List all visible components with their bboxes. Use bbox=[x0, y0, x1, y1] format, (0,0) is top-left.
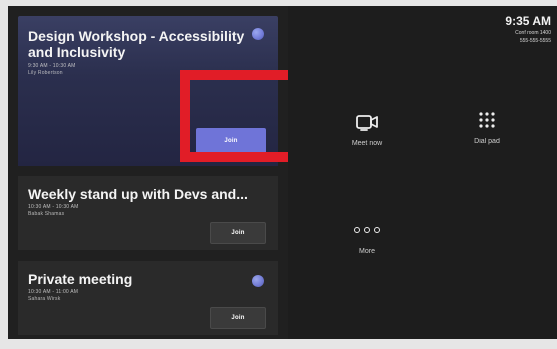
teams-room-screen: Design Workshop - Accessibility and Incl… bbox=[8, 6, 557, 339]
meet-now-button[interactable]: Meet now bbox=[332, 108, 402, 148]
meet-now-label: Meet now bbox=[351, 140, 383, 147]
teams-icon bbox=[252, 275, 264, 287]
clock-area: 9:35 AM Conf room 1400 555-555-5555 bbox=[505, 14, 551, 44]
dial-pad-label: Dial pad bbox=[474, 138, 500, 145]
dialpad-icon bbox=[473, 106, 501, 134]
meeting-organizer: Babak Shamas bbox=[28, 211, 65, 217]
more-dots-icon bbox=[353, 216, 381, 244]
join-button[interactable]: Join bbox=[210, 222, 266, 244]
teams-icon bbox=[252, 28, 264, 40]
join-button[interactable]: Join bbox=[210, 307, 266, 329]
meeting-card-weekly-standup[interactable]: Weekly stand up with Devs and... 10:30 A… bbox=[18, 176, 278, 250]
meeting-title: Private meeting bbox=[28, 271, 133, 287]
more-label: More bbox=[359, 248, 375, 255]
video-camera-icon bbox=[353, 108, 381, 136]
meeting-time: 10:30 AM - 11:00 AM bbox=[28, 289, 79, 295]
current-time: 9:35 AM bbox=[505, 14, 551, 28]
actions-panel: 9:35 AM Conf room 1400 555-555-5555 Meet… bbox=[288, 6, 557, 339]
meeting-card-design-workshop[interactable]: Design Workshop - Accessibility and Incl… bbox=[18, 16, 278, 166]
meeting-title: Design Workshop - Accessibility and Incl… bbox=[28, 28, 245, 60]
meeting-time: 10:30 AM - 10:30 AM bbox=[28, 204, 79, 210]
meeting-organizer: Lily Robertson bbox=[28, 70, 63, 76]
room-phone: 555-555-5555 bbox=[519, 38, 551, 44]
dial-pad-button[interactable]: Dial pad bbox=[452, 106, 522, 146]
more-button[interactable]: More bbox=[332, 216, 402, 256]
meeting-title: Weekly stand up with Devs and... bbox=[28, 186, 248, 202]
device-frame: Design Workshop - Accessibility and Incl… bbox=[0, 0, 557, 349]
meetings-panel: Design Workshop - Accessibility and Incl… bbox=[8, 6, 306, 339]
room-name: Conf room 1400 bbox=[515, 30, 551, 36]
meeting-card-private[interactable]: Private meeting 10:30 AM - 11:00 AM Saha… bbox=[18, 261, 278, 335]
meeting-time: 9:30 AM - 10:30 AM bbox=[28, 63, 76, 69]
join-button[interactable]: Join bbox=[196, 128, 266, 154]
meeting-organizer: Sahara Wirsk bbox=[28, 296, 61, 302]
